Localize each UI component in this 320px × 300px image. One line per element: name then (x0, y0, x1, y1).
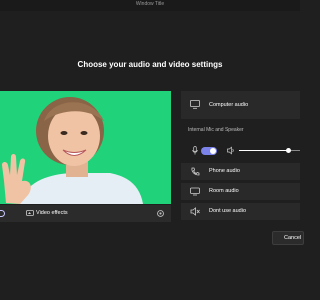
volume-fill (239, 150, 288, 151)
volume-slider[interactable] (239, 148, 300, 153)
phone-audio-option[interactable]: Phone audio (181, 163, 300, 180)
window-title: Window Title (135, 1, 165, 7)
computer-audio-label: Computer audio (209, 102, 249, 108)
room-audio-label: Room audio (209, 188, 239, 194)
computer-icon (190, 100, 200, 109)
room-audio-option[interactable]: Room audio (181, 183, 300, 200)
speaker-off-icon (190, 207, 200, 216)
toggle-knob (210, 148, 216, 154)
video-preview (0, 91, 171, 204)
title-bar: Window Title (0, 0, 300, 11)
camera-toggle[interactable] (0, 210, 5, 217)
speaker-icon (227, 146, 235, 155)
no-audio-label: Dont use audio (209, 208, 246, 214)
no-audio-option[interactable]: Dont use audio (181, 203, 300, 220)
microphone-icon (192, 146, 198, 155)
cancel-label: Cancel (284, 235, 302, 241)
audio-device-label: Internal Mic and Speaker (188, 127, 244, 133)
computer-audio-option[interactable]: Computer audio (181, 91, 300, 119)
volume-slider-thumb[interactable] (286, 148, 291, 153)
phone-audio-label: Phone audio (209, 168, 240, 174)
cancel-button[interactable]: Cancel (272, 231, 304, 245)
person-video-feed (2, 97, 143, 204)
audio-device-controls: Internal Mic and Speaker (181, 119, 300, 163)
phone-icon (190, 167, 200, 176)
page-title: Choose your audio and video settings (77, 60, 223, 69)
video-effects-button[interactable]: Video effects (36, 210, 68, 216)
gear-icon[interactable] (156, 209, 165, 218)
video-effects-icon[interactable] (26, 209, 34, 217)
video-controls-bar: Video effects (0, 205, 171, 222)
microphone-toggle[interactable] (201, 147, 217, 155)
room-device-icon (190, 187, 200, 196)
